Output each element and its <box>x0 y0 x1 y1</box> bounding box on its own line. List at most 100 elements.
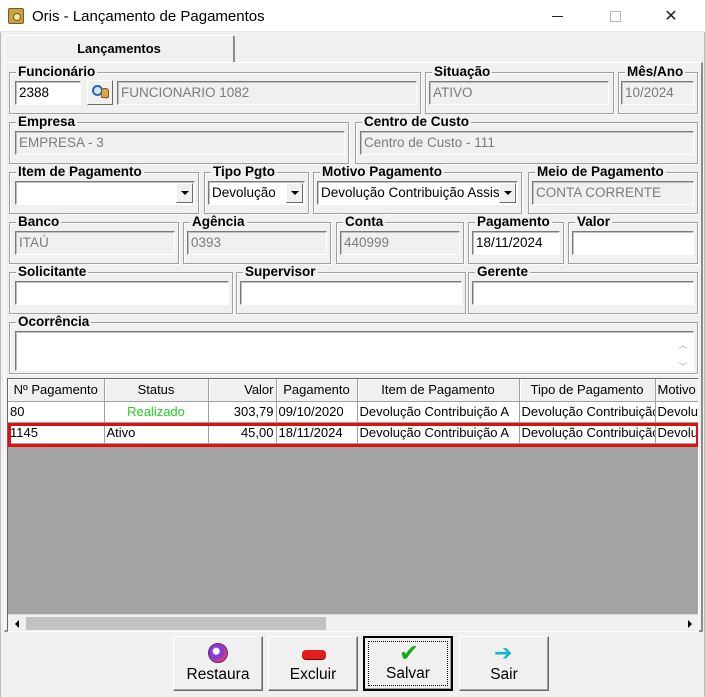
close-button[interactable]: ✕ <box>648 4 694 28</box>
delete-icon <box>302 650 326 659</box>
minimize-button[interactable] <box>534 4 580 28</box>
cell-num-pagamento[interactable]: 80 <box>8 401 105 423</box>
solicitante-label: Solicitante <box>16 264 89 280</box>
tipo-pgto-select[interactable]: Devolução <box>208 181 305 205</box>
app-icon <box>8 8 24 24</box>
tipo-pgto-value: Devolução <box>212 185 276 200</box>
funcionario-label: Funcionário <box>16 64 98 80</box>
scroll-right-button[interactable] <box>681 615 698 631</box>
banco-field: ITAÚ <box>15 231 175 255</box>
sair-label: Sair <box>490 666 518 683</box>
col-header-tipo-pagamento[interactable]: Tipo de Pagamento <box>519 379 656 402</box>
payments-grid[interactable]: Nº Pagamento Status Valor Pagamento Item… <box>7 378 699 632</box>
chevron-down-icon <box>290 191 299 195</box>
scroll-thumb[interactable] <box>26 617 326 630</box>
cell-pagamento[interactable]: 09/10/2020 <box>276 401 358 423</box>
maximize-button[interactable] <box>592 4 638 28</box>
restaura-label: Restaura <box>186 666 250 683</box>
meio-pagamento-label: Meio de Pagamento <box>535 164 666 180</box>
ocorrencia-textarea[interactable]: ︿ ﹀ <box>15 331 694 371</box>
ocorrencia-label: Ocorrência <box>16 314 92 330</box>
valor-input[interactable] <box>572 231 694 255</box>
window-client: Lançamentos Funcionário 2388 FUNCIONARIO… <box>0 32 705 697</box>
valor-label: Valor <box>575 214 613 230</box>
col-header-num-pagamento[interactable]: Nº Pagamento <box>8 379 105 402</box>
salvar-button[interactable]: ✔ Salvar <box>363 636 453 691</box>
centro-custo-label: Centro de Custo <box>362 114 472 130</box>
grid-horizontal-scrollbar[interactable] <box>8 614 698 631</box>
cell-valor[interactable]: 45,00 <box>208 422 277 444</box>
situacao-field: ATIVO <box>429 81 609 105</box>
funcionario-name-field: FUNCIONARIO 1082 <box>117 81 417 105</box>
excluir-button[interactable]: Excluir <box>268 636 358 691</box>
table-row[interactable]: 1145 Ativo 45,00 18/11/2024 Devolução Co… <box>8 422 698 444</box>
exit-arrow-icon: ➔ <box>494 640 513 665</box>
table-row[interactable]: 80 Realizado 303,79 09/10/2020 Devolução… <box>8 401 698 423</box>
tipo-pgto-label: Tipo Pgto <box>211 164 277 180</box>
motivo-pagamento-select[interactable]: Devolução Contribuição Assis <box>317 181 518 205</box>
window-title: Oris - Lançamento de Pagamentos <box>32 8 265 25</box>
motivo-pagamento-dropdown-button[interactable] <box>499 183 516 203</box>
cell-num-pagamento[interactable]: 1145 <box>8 422 105 444</box>
supervisor-input[interactable] <box>240 281 462 305</box>
centro-custo-field: Centro de Custo - 111 <box>360 131 694 155</box>
arrow-right-icon <box>687 619 692 628</box>
col-header-pagamento[interactable]: Pagamento <box>276 379 358 402</box>
mes-ano-label: Mês/Ano <box>625 64 686 80</box>
chevron-down-icon: ﹀ <box>678 362 688 371</box>
chevron-down-icon <box>503 191 512 195</box>
cell-tipo-pagamento[interactable]: Devolução Contribuição <box>519 422 656 444</box>
conta-field: 440999 <box>340 231 460 255</box>
scroll-left-button[interactable] <box>8 615 25 631</box>
cell-status[interactable]: Ativo <box>104 422 209 444</box>
sair-button[interactable]: ➔ Sair <box>459 636 549 691</box>
situacao-label: Situação <box>432 64 493 80</box>
supervisor-label: Supervisor <box>243 264 318 280</box>
item-pagamento-dropdown-button[interactable] <box>176 183 193 203</box>
restore-icon <box>208 643 228 663</box>
cell-pagamento[interactable]: 18/11/2024 <box>276 422 358 444</box>
empresa-label: Empresa <box>16 114 78 130</box>
solicitante-input[interactable] <box>15 281 229 305</box>
minimize-icon <box>551 15 563 17</box>
tab-lancamentos[interactable]: Lançamentos <box>4 35 235 62</box>
close-icon: ✕ <box>664 8 678 25</box>
mes-ano-field: 10/2024 <box>621 81 694 105</box>
pagamento-date-input[interactable]: 18/11/2024 <box>472 231 560 255</box>
cell-motivo[interactable]: Devolução <box>655 422 698 444</box>
col-header-item-pagamento[interactable]: Item de Pagamento <box>357 379 520 402</box>
funcionario-lookup-button[interactable] <box>87 80 113 105</box>
cell-item-pagamento[interactable]: Devolução Contribuição A <box>357 422 520 444</box>
cell-tipo-pagamento[interactable]: Devolução Contribuição <box>519 401 656 423</box>
gerente-label: Gerente <box>475 264 531 280</box>
cell-motivo[interactable]: Devolução <box>655 401 698 423</box>
arrow-left-icon <box>14 619 19 628</box>
tipo-pgto-dropdown-button[interactable] <box>286 183 303 203</box>
col-header-valor[interactable]: Valor <box>208 379 277 402</box>
cell-item-pagamento[interactable]: Devolução Contribuição A <box>357 401 520 423</box>
maximize-icon <box>609 10 621 22</box>
banco-label: Banco <box>16 214 62 230</box>
cell-valor[interactable]: 303,79 <box>208 401 277 423</box>
ocorrencia-scrollbar[interactable]: ︿ ﹀ <box>676 334 690 371</box>
gerente-input[interactable] <box>472 281 694 305</box>
motivo-pagamento-value: Devolução Contribuição Assis <box>321 185 500 200</box>
person-icon <box>101 88 109 98</box>
item-pagamento-label: Item de Pagamento <box>16 164 144 180</box>
col-header-status[interactable]: Status <box>104 379 209 402</box>
col-header-motivo[interactable]: Motivo <box>655 379 698 402</box>
checkmark-icon: ✔ <box>399 640 420 667</box>
funcionario-code-input[interactable]: 2388 <box>15 81 81 105</box>
empresa-field: EMPRESA - 3 <box>15 131 345 155</box>
item-pagamento-select[interactable] <box>15 181 195 205</box>
cell-status[interactable]: Realizado <box>104 401 209 423</box>
title-bar: Oris - Lançamento de Pagamentos ✕ <box>0 0 705 32</box>
agencia-field: 0393 <box>187 231 327 255</box>
payments-table: Nº Pagamento Status Valor Pagamento Item… <box>8 379 698 444</box>
motivo-pagamento-label: Motivo Pagamento <box>320 164 445 180</box>
agencia-label: Agência <box>190 214 247 230</box>
grid-header-row: Nº Pagamento Status Valor Pagamento Item… <box>8 379 698 402</box>
chevron-up-icon: ︿ <box>678 340 688 350</box>
excluir-label: Excluir <box>289 666 337 683</box>
restaura-button[interactable]: Restaura <box>173 636 263 691</box>
